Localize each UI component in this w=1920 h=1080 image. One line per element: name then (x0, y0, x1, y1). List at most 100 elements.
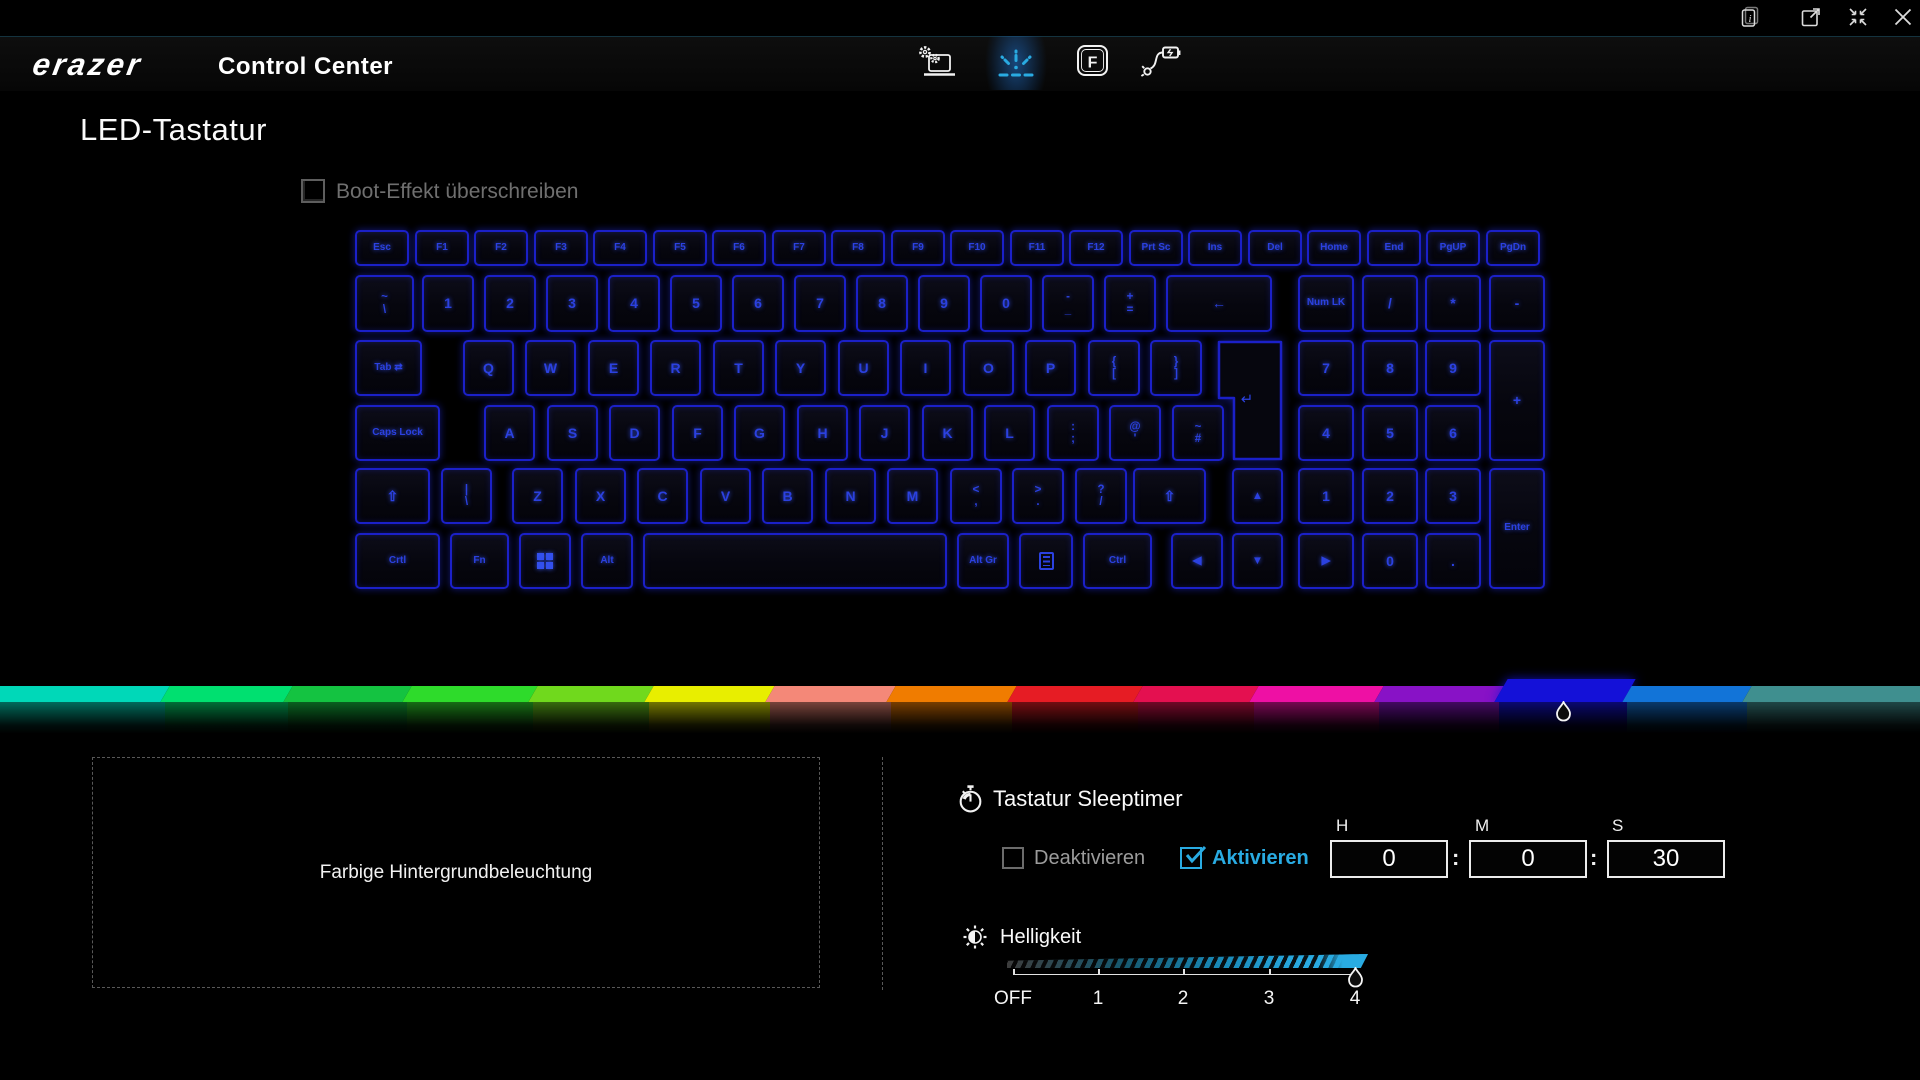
key-numpad-period[interactable]: . (1425, 533, 1481, 589)
key-bracket-open[interactable]: { [ (1088, 340, 1140, 396)
brightness-level-2[interactable]: 2 (1178, 988, 1189, 1010)
key-del[interactable]: Del (1248, 230, 1302, 266)
brightness-slider-bar[interactable] (1007, 954, 1368, 968)
key-numpad-minus[interactable]: - (1489, 275, 1545, 332)
color-segment[interactable] (1742, 686, 1920, 702)
key-x[interactable]: X (575, 468, 626, 524)
key-z[interactable]: Z (512, 468, 563, 524)
maximize-button[interactable] (1792, 2, 1830, 32)
brightness-level-1[interactable]: 1 (1093, 988, 1104, 1010)
color-segment[interactable] (0, 686, 170, 702)
key-f9[interactable]: F9 (891, 230, 945, 266)
key-v[interactable]: V (700, 468, 751, 524)
key-m[interactable]: M (887, 468, 938, 524)
key-ctrl-left[interactable]: Crtl (355, 533, 440, 589)
key-arrow-down[interactable]: ▼ (1232, 533, 1283, 589)
key-prt-sc[interactable]: Prt Sc (1129, 230, 1183, 266)
key-u[interactable]: U (838, 340, 889, 396)
key-n[interactable]: N (825, 468, 876, 524)
key-w[interactable]: W (525, 340, 576, 396)
key-d[interactable]: D (609, 405, 660, 461)
key-home[interactable]: Home (1307, 230, 1361, 266)
key-caps-lock[interactable]: Caps Lock (355, 405, 440, 461)
key-tilde-backquote[interactable]: ~ \ (355, 275, 414, 332)
key-tilde-hash[interactable]: ~ # (1172, 405, 1224, 461)
key-y[interactable]: Y (775, 340, 826, 396)
color-segment[interactable] (765, 686, 895, 702)
color-segment[interactable] (886, 686, 1016, 702)
key-windows[interactable] (519, 533, 571, 589)
key-space[interactable] (643, 533, 947, 589)
key-j[interactable]: J (859, 405, 910, 461)
color-segment[interactable] (160, 686, 292, 702)
key-pgdn[interactable]: PgDn (1486, 230, 1540, 266)
key-a[interactable]: A (484, 405, 535, 461)
key-f7[interactable]: F7 (772, 230, 826, 266)
key-r[interactable]: R (650, 340, 701, 396)
key-numpad-6[interactable]: 6 (1425, 405, 1481, 461)
key-0[interactable]: 0 (980, 275, 1032, 332)
tab-power[interactable] (1128, 36, 1194, 90)
key-numpad-9[interactable]: 9 (1425, 340, 1481, 396)
key-h[interactable]: H (797, 405, 848, 461)
key-numpad-plus[interactable]: + (1489, 340, 1545, 461)
key-4[interactable]: 4 (608, 275, 660, 332)
key-numpad-3[interactable]: 3 (1425, 468, 1481, 524)
info-document-button[interactable]: i (1731, 2, 1769, 32)
key-9[interactable]: 9 (918, 275, 970, 332)
key-c[interactable]: C (637, 468, 688, 524)
color-segment-selected[interactable] (1494, 679, 1635, 702)
key-ctrl-right[interactable]: Ctrl (1083, 533, 1152, 589)
key-alt-gr[interactable]: Alt Gr (957, 533, 1009, 589)
tab-system[interactable] (902, 36, 968, 90)
key-greater-period[interactable]: > . (1012, 468, 1064, 524)
seconds-input[interactable] (1607, 840, 1725, 878)
key-i[interactable]: I (900, 340, 951, 396)
key-numpad-5[interactable]: 5 (1362, 405, 1418, 461)
key-bracket-close[interactable]: } ] (1150, 340, 1202, 396)
key-pgup[interactable]: PgUP (1426, 230, 1480, 266)
key-numpad-7[interactable]: 7 (1298, 340, 1354, 396)
key-numpad-8[interactable]: 8 (1362, 340, 1418, 396)
color-marker-handle[interactable] (1555, 701, 1572, 722)
key-pipe-backslash[interactable]: | \ (441, 468, 492, 524)
deactivate-checkbox[interactable] (1002, 847, 1024, 869)
key-f1[interactable]: F1 (415, 230, 469, 266)
color-segment[interactable] (1249, 686, 1383, 702)
activate-checkbox[interactable] (1180, 847, 1202, 869)
key-k[interactable]: K (922, 405, 973, 461)
key-f12[interactable]: F12 (1069, 230, 1123, 266)
key-f2[interactable]: F2 (474, 230, 528, 266)
key-f6[interactable]: F6 (712, 230, 766, 266)
key-plus-equals[interactable]: + = (1104, 275, 1156, 332)
key-numpad-2[interactable]: 2 (1362, 468, 1418, 524)
collapse-button[interactable] (1839, 2, 1877, 32)
key-numpad-multiply[interactable]: * (1425, 275, 1481, 332)
key-tab[interactable]: Tab ⇄ (355, 340, 422, 396)
key-f8[interactable]: F8 (831, 230, 885, 266)
key-f3[interactable]: F3 (534, 230, 588, 266)
boot-override-checkbox[interactable] (301, 179, 325, 203)
key-fn[interactable]: Fn (450, 533, 509, 589)
brightness-level-4[interactable]: 4 (1350, 988, 1361, 1010)
key-backspace[interactable]: ← (1166, 275, 1272, 332)
key-numpad-4[interactable]: 4 (1298, 405, 1354, 461)
key-arrow-up[interactable]: ▲ (1232, 468, 1283, 524)
color-segment[interactable] (283, 686, 411, 702)
brightness-marker-handle[interactable] (1347, 967, 1364, 988)
brightness-level-off[interactable]: OFF (994, 988, 1032, 1010)
key-ins[interactable]: Ins (1188, 230, 1242, 266)
key-s[interactable]: S (547, 405, 598, 461)
tab-function-keys[interactable]: F (1059, 36, 1125, 90)
key-1[interactable]: 1 (422, 275, 474, 332)
color-segment[interactable] (528, 686, 653, 702)
key-e[interactable]: E (588, 340, 639, 396)
key-less-comma[interactable]: < , (950, 468, 1002, 524)
color-segment[interactable] (1622, 686, 1751, 702)
color-segment[interactable] (644, 686, 774, 702)
color-segment[interactable] (1374, 686, 1503, 702)
close-button[interactable] (1884, 2, 1920, 32)
key-menu[interactable] (1019, 533, 1073, 589)
color-segment[interactable] (402, 686, 537, 702)
key-b[interactable]: B (762, 468, 813, 524)
